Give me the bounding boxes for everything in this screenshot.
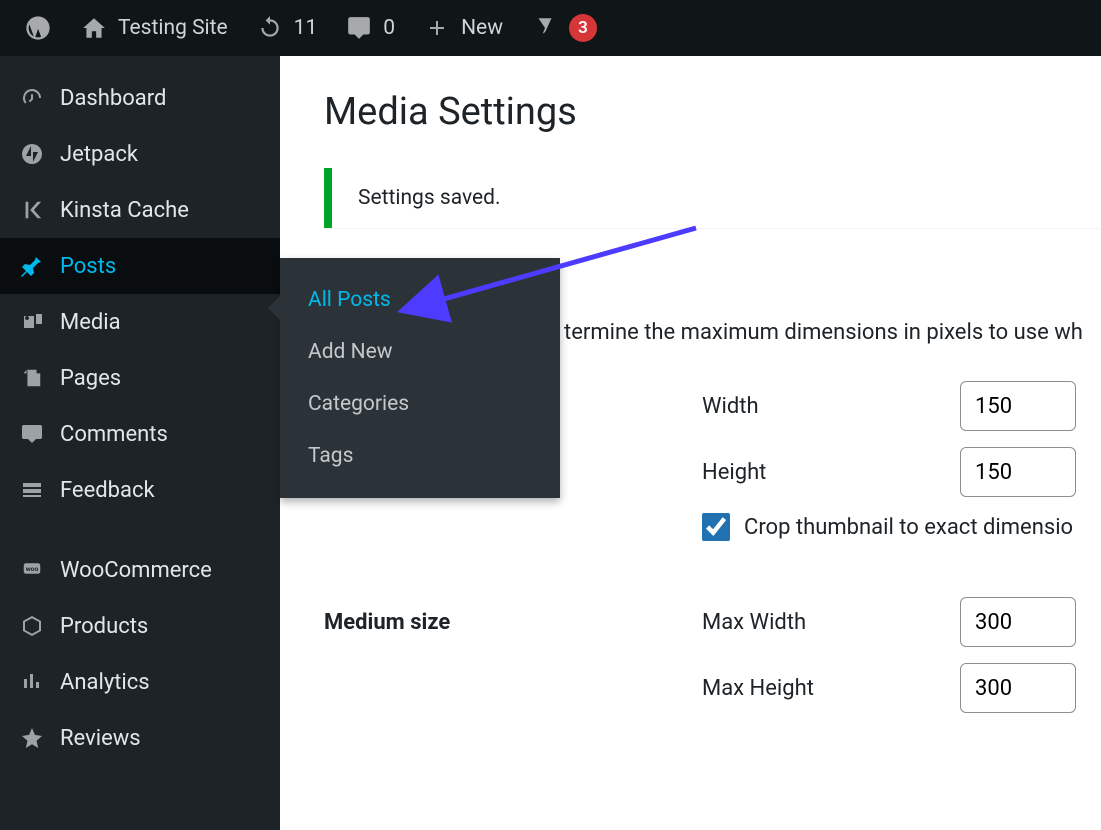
wordpress-icon	[24, 14, 52, 42]
medium-width-input[interactable]	[960, 597, 1076, 647]
sidebar-label: Analytics	[60, 670, 150, 695]
updates-count: 11	[294, 16, 318, 40]
sidebar-item-posts[interactable]: Posts	[0, 238, 280, 294]
sidebar-label: Reviews	[60, 726, 141, 751]
sidebar-item-pages[interactable]: Pages	[0, 350, 280, 406]
notification-badge: 3	[569, 14, 597, 42]
page-title: Media Settings	[324, 90, 1101, 134]
medium-height-input[interactable]	[960, 663, 1076, 713]
pages-icon	[18, 364, 46, 392]
sidebar-label: Products	[60, 614, 148, 639]
comments-count: 0	[383, 16, 395, 40]
sidebar-label: Pages	[60, 366, 121, 391]
comments-icon	[18, 420, 46, 448]
sidebar-label: Comments	[60, 422, 168, 447]
sidebar-label: Posts	[60, 254, 116, 279]
woo-icon: woo	[18, 556, 46, 584]
svg-text:woo: woo	[26, 565, 39, 573]
crop-checkbox[interactable]	[702, 513, 730, 541]
sidebar-item-jetpack[interactable]: Jetpack	[0, 126, 280, 182]
pin-icon	[18, 252, 46, 280]
sidebar-item-comments[interactable]: Comments	[0, 406, 280, 462]
sidebar-label: Dashboard	[60, 86, 166, 111]
sidebar-label: Kinsta Cache	[60, 198, 189, 223]
submenu-categories[interactable]: Categories	[280, 378, 560, 430]
thumbnail-height-input[interactable]	[960, 447, 1076, 497]
media-icon	[18, 308, 46, 336]
admin-toolbar: Testing Site 11 0 New 3	[0, 0, 1101, 56]
sidebar-item-reviews[interactable]: Reviews	[0, 710, 280, 766]
sidebar-item-kinsta[interactable]: Kinsta Cache	[0, 182, 280, 238]
sidebar-item-media[interactable]: Media	[0, 294, 280, 350]
max-height-label: Max Height	[702, 676, 960, 701]
sidebar-item-products[interactable]: Products	[0, 598, 280, 654]
new-content[interactable]: New	[409, 0, 517, 56]
height-label: Height	[702, 460, 960, 485]
products-icon	[18, 612, 46, 640]
submenu-add-new[interactable]: Add New	[280, 326, 560, 378]
max-width-label: Max Width	[702, 610, 960, 635]
sidebar-label: Media	[60, 310, 121, 335]
analytics-icon	[18, 668, 46, 696]
updates[interactable]: 11	[242, 0, 332, 56]
new-label: New	[461, 16, 503, 40]
crop-checkbox-label[interactable]: Crop thumbnail to exact dimensio	[702, 513, 1073, 541]
thumbnail-width-input[interactable]	[960, 381, 1076, 431]
sidebar-item-dashboard[interactable]: Dashboard	[0, 70, 280, 126]
sidebar-item-woocommerce[interactable]: woo WooCommerce	[0, 542, 280, 598]
site-title: Testing Site	[118, 16, 228, 40]
sidebar-label: WooCommerce	[60, 558, 212, 583]
sidebar-separator	[0, 518, 280, 542]
admin-sidebar: Dashboard Jetpack Kinsta Cache Posts Med…	[0, 56, 280, 830]
settings-saved-notice: Settings saved.	[324, 168, 1101, 228]
crop-text: Crop thumbnail to exact dimensio	[744, 515, 1073, 540]
sidebar-label: Feedback	[60, 478, 155, 503]
sidebar-item-feedback[interactable]: Feedback	[0, 462, 280, 518]
home-icon	[80, 14, 108, 42]
star-icon	[18, 724, 46, 752]
submenu-all-posts[interactable]: All Posts	[280, 274, 560, 326]
feedback-icon	[18, 476, 46, 504]
sidebar-label: Jetpack	[60, 142, 138, 167]
dashboard-icon	[18, 84, 46, 112]
posts-submenu: All Posts Add New Categories Tags	[280, 258, 560, 498]
submenu-tags[interactable]: Tags	[280, 430, 560, 482]
comments-bar[interactable]: 0	[331, 0, 409, 56]
sidebar-item-analytics[interactable]: Analytics	[0, 654, 280, 710]
flyout-arrow-icon	[268, 296, 280, 320]
refresh-icon	[256, 14, 284, 42]
wp-logo[interactable]	[10, 0, 66, 56]
yoast[interactable]: 3	[517, 0, 611, 56]
thumbnail-crop-row: Crop thumbnail to exact dimensio	[324, 513, 1101, 541]
yoast-icon	[531, 14, 559, 42]
medium-size-label: Medium size	[324, 610, 702, 635]
jetpack-icon	[18, 140, 46, 168]
kinsta-icon	[18, 196, 46, 224]
site-home[interactable]: Testing Site	[66, 0, 242, 56]
medium-width-row: Medium size Max Width	[324, 597, 1101, 647]
comment-icon	[345, 14, 373, 42]
width-label: Width	[702, 394, 960, 419]
plus-icon	[423, 14, 451, 42]
medium-height-row: Max Height	[324, 663, 1101, 713]
